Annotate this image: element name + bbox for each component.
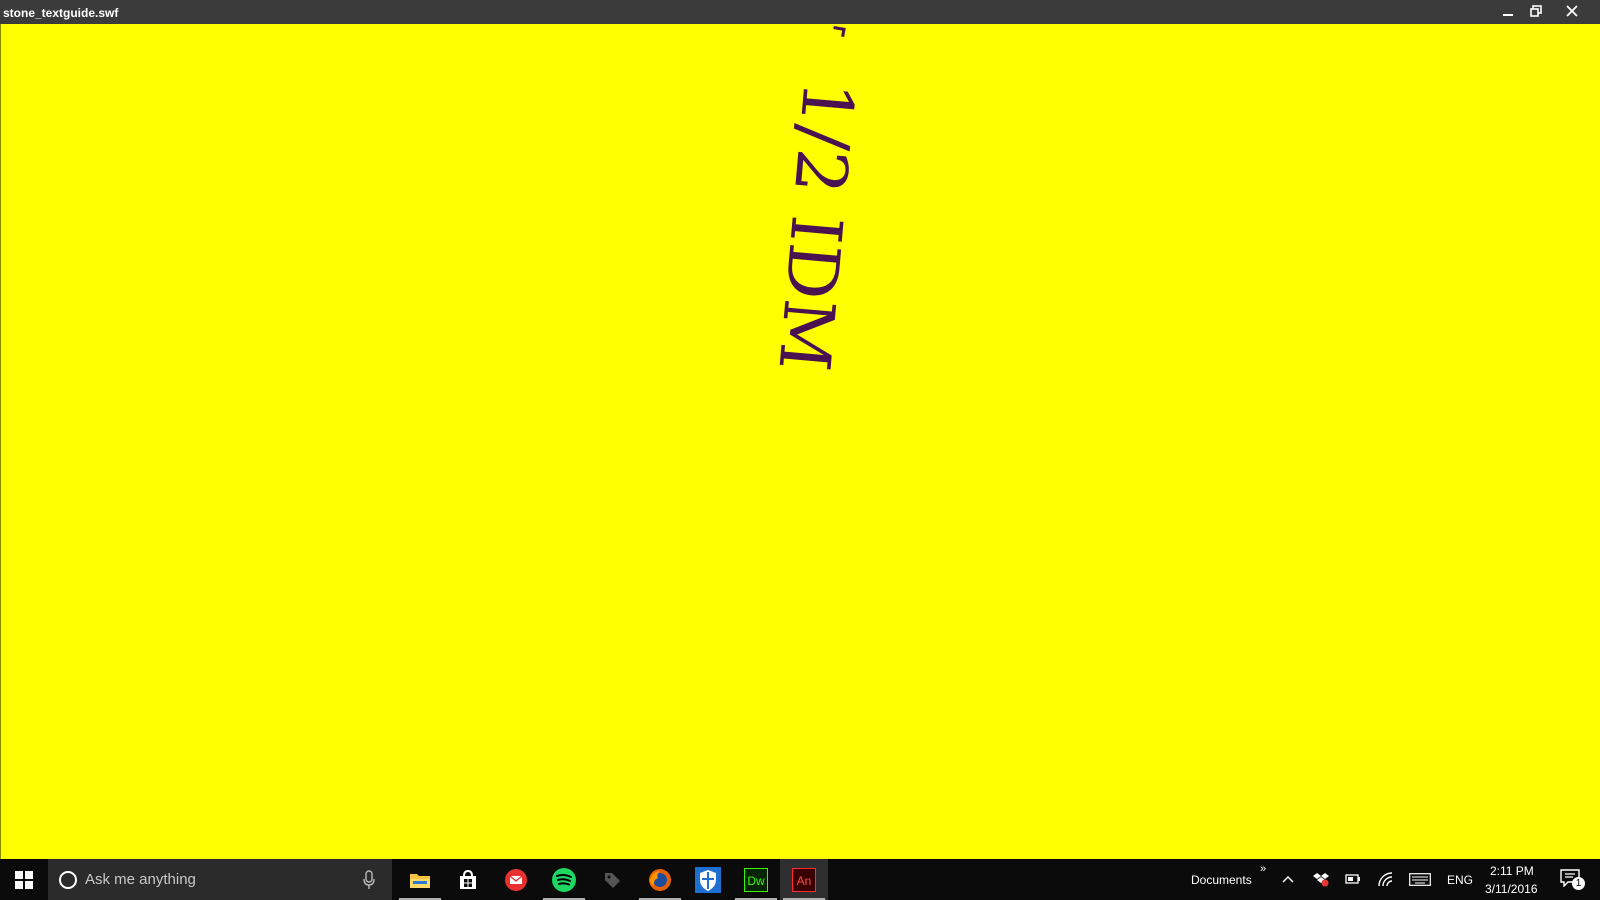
dreamweaver-icon: Dw xyxy=(744,867,768,892)
cortana-search-box[interactable]: Ask me anything xyxy=(48,859,392,900)
mail-icon xyxy=(505,868,527,891)
animate-icon: An xyxy=(792,867,816,892)
window-titlebar[interactable]: stone_textguide.swf xyxy=(0,0,1600,24)
svg-text:Dw: Dw xyxy=(747,874,765,888)
window-title: stone_textguide.swf xyxy=(3,6,119,20)
keyboard-icon[interactable] xyxy=(1409,873,1431,886)
restore-icon xyxy=(1530,5,1542,17)
taskbar-app-defender[interactable] xyxy=(684,859,732,900)
firefox-icon xyxy=(649,868,671,891)
taskbar-app-tag[interactable] xyxy=(588,859,636,900)
documents-toolbar[interactable]: Documents xyxy=(1191,873,1252,887)
battery-icon[interactable] xyxy=(1345,873,1361,885)
start-button[interactable] xyxy=(0,859,48,900)
taskbar-app-spotify[interactable] xyxy=(540,859,588,900)
taskbar: Ask me anything Dw An Documents » ENG 2:… xyxy=(0,859,1600,900)
taskbar-app-file-explorer[interactable] xyxy=(396,859,444,900)
search-placeholder: Ask me anything xyxy=(85,871,196,888)
toolbar-chevron-icon[interactable]: » xyxy=(1260,863,1266,875)
tag-app-icon xyxy=(605,872,620,888)
rotated-text: 1/2 IDM xyxy=(762,77,870,375)
minimize-icon xyxy=(1503,14,1513,16)
dropbox-sync-icon[interactable] xyxy=(1313,871,1329,887)
file-explorer-icon xyxy=(410,873,430,888)
taskbar-app-dreamweaver[interactable]: Dw xyxy=(732,859,780,900)
language-indicator[interactable]: ENG xyxy=(1447,873,1473,887)
notification-count-badge: 1 xyxy=(1572,877,1585,890)
close-button[interactable] xyxy=(1556,0,1588,22)
clock-date[interactable]: 3/11/2016 xyxy=(1485,882,1538,896)
restore-button[interactable] xyxy=(1520,0,1552,22)
windows-logo-icon xyxy=(15,870,33,889)
clock-time[interactable]: 2:11 PM xyxy=(1490,864,1534,878)
taskbar-app-store[interactable] xyxy=(444,859,492,900)
wifi-icon[interactable] xyxy=(1377,871,1393,887)
microphone-icon[interactable] xyxy=(362,870,376,890)
action-center-button[interactable]: 1 xyxy=(1560,869,1586,893)
swf-stage[interactable]: 1/2 IDM xyxy=(0,24,1600,859)
cortana-icon xyxy=(59,871,77,889)
store-icon xyxy=(460,869,476,889)
svg-text:An: An xyxy=(797,874,812,888)
defender-icon xyxy=(695,866,721,893)
close-icon xyxy=(1566,5,1578,17)
chevron-up-icon[interactable] xyxy=(1282,875,1294,883)
taskbar-app-animate[interactable]: An xyxy=(780,859,828,900)
spotify-icon xyxy=(552,867,576,892)
taskbar-app-firefox[interactable] xyxy=(636,859,684,900)
taskbar-app-mail[interactable] xyxy=(492,859,540,900)
